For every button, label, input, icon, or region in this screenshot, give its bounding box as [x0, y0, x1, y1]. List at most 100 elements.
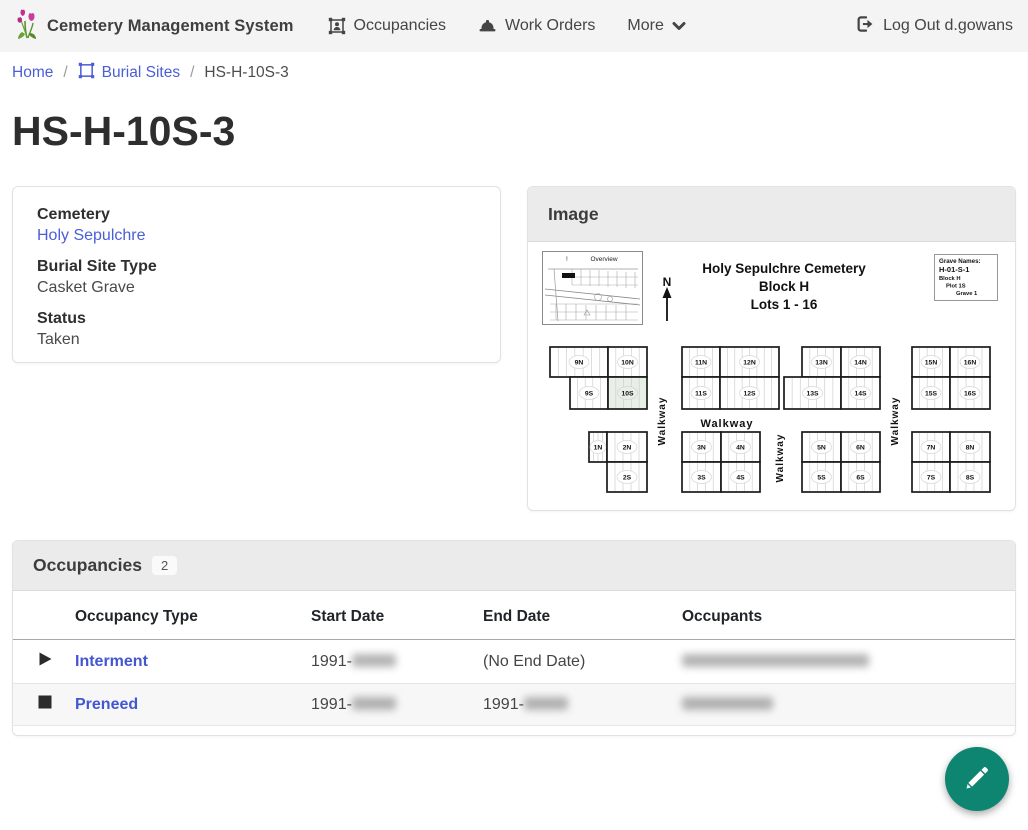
plot-cell-11n[interactable]: 11N: [682, 347, 720, 377]
plot-cell-12s[interactable]: 12S: [720, 377, 779, 409]
svg-text:7N: 7N: [927, 444, 936, 451]
nav-item-more[interactable]: More: [627, 17, 685, 35]
plot-cell-10s[interactable]: 10S: [608, 377, 647, 409]
breadcrumb-burial-sites-link[interactable]: Burial Sites: [78, 62, 180, 84]
grave-names-legend: Grave Names: H-01-S-1 Block H Plot 1S Gr…: [935, 255, 998, 301]
svg-text:14S: 14S: [854, 390, 867, 397]
plot-cell-13n[interactable]: 13N: [802, 347, 841, 377]
logout-icon: [856, 15, 874, 38]
plot-cell-14s[interactable]: 14S: [841, 377, 880, 409]
image-card-body: Overview !: [528, 242, 1015, 513]
cemetery-plot-map[interactable]: Overview !: [542, 249, 1002, 501]
plot-cell-4s[interactable]: 4S: [721, 462, 760, 492]
redacted-text: [682, 654, 869, 667]
occupancy-row: Interment1991-(No End Date): [13, 640, 1015, 684]
redacted-text: [352, 654, 396, 667]
plot-cell-2n[interactable]: 2N: [607, 432, 647, 462]
burial-site-type-value: Casket Grave: [37, 279, 476, 297]
nav-item-occupancies[interactable]: Occupancies: [328, 17, 447, 35]
svg-text:6N: 6N: [856, 444, 865, 451]
plot-cell-16s[interactable]: 16S: [950, 377, 990, 409]
occupancy-type-link[interactable]: Interment: [75, 653, 148, 670]
svg-text:10S: 10S: [621, 390, 634, 397]
column-header: [13, 591, 75, 640]
plot-cell-12n[interactable]: 12N: [720, 347, 779, 377]
occupancies-icon: [328, 17, 346, 35]
page-title: HS-H-10S-3: [12, 108, 235, 155]
column-header: Occupancy Type: [75, 591, 311, 640]
logout-label: Log Out d.gowans: [883, 17, 1013, 35]
plot-cell-15n[interactable]: 15N: [912, 347, 950, 377]
map-title: Holy Sepulchre Cemetery Block H Lots 1 -…: [702, 261, 866, 312]
app-root: Cemetery Management System Occupancies: [0, 0, 1028, 830]
logout-button[interactable]: Log Out d.gowans: [856, 15, 1013, 38]
occupancies-table: Occupancy TypeStart DateEnd DateOccupant…: [13, 591, 1015, 726]
plot-cell-11s[interactable]: 11S: [682, 377, 720, 409]
plot-cell-2s[interactable]: 2S: [607, 462, 647, 492]
svg-text:14N: 14N: [854, 359, 867, 366]
svg-text:10N: 10N: [621, 359, 634, 366]
svg-text:15S: 15S: [925, 390, 938, 397]
svg-text:6S: 6S: [856, 474, 865, 481]
svg-text:Lots 1 - 16: Lots 1 - 16: [751, 297, 818, 312]
plot-cell-1n[interactable]: 1N: [589, 432, 607, 462]
svg-text:5S: 5S: [817, 474, 826, 481]
svg-text:N: N: [663, 275, 672, 289]
plot-cell-4n[interactable]: 4N: [721, 432, 760, 462]
breadcrumb-home-link[interactable]: Home: [12, 64, 53, 82]
svg-text:12N: 12N: [743, 359, 756, 366]
plot-cell-3n[interactable]: 3N: [682, 432, 721, 462]
plot-cell-6n[interactable]: 6N: [841, 432, 880, 462]
tulip-logo-icon: [15, 8, 39, 45]
svg-text:11S: 11S: [695, 390, 707, 397]
brand[interactable]: Cemetery Management System: [15, 8, 294, 45]
image-card-title: Image: [548, 204, 599, 225]
nav-items: Occupancies Work Orders More: [328, 17, 686, 35]
plot-cell-3s[interactable]: 3S: [682, 462, 721, 492]
plot-cell-15s[interactable]: 15S: [912, 377, 950, 409]
breadcrumb-burial-sites-label: Burial Sites: [102, 64, 180, 82]
end-date-cell: 1991-: [483, 684, 682, 726]
nav-item-label: More: [627, 17, 663, 35]
edit-button[interactable]: [945, 747, 1009, 811]
occupancy-type-link[interactable]: Preneed: [75, 696, 138, 713]
start-date-cell: 1991-: [311, 640, 483, 684]
plot-cell-10n[interactable]: 10N: [608, 347, 647, 377]
svg-text:8N: 8N: [966, 444, 975, 451]
svg-text:16N: 16N: [964, 359, 977, 366]
plot-cell-7s[interactable]: 7S: [912, 462, 950, 492]
cemetery-link[interactable]: Holy Sepulchre: [37, 227, 146, 244]
nav-item-label: Work Orders: [505, 17, 595, 35]
pencil-icon: [963, 764, 991, 795]
svg-text:3S: 3S: [697, 474, 706, 481]
plot-cell-7n[interactable]: 7N: [912, 432, 950, 462]
plot-cell-9s[interactable]: 9S: [570, 377, 608, 409]
play-icon: [13, 640, 75, 684]
plot-cell-9n[interactable]: 9N: [550, 347, 608, 377]
occupancy-row: Preneed1991-1991-: [13, 684, 1015, 726]
plot-cell-6s[interactable]: 6S: [841, 462, 880, 492]
svg-text:12S: 12S: [743, 390, 756, 397]
nav-item-work-orders[interactable]: Work Orders: [478, 17, 595, 35]
svg-text:16S: 16S: [964, 390, 977, 397]
plot-cell-14n[interactable]: 14N: [841, 347, 880, 377]
plot-cell-16n[interactable]: 16N: [950, 347, 990, 377]
breadcrumb-separator: /: [190, 64, 194, 82]
plot-cell-8n[interactable]: 8N: [950, 432, 990, 462]
svg-text:2N: 2N: [623, 444, 632, 451]
plot-cell-5n[interactable]: 5N: [802, 432, 841, 462]
svg-text:9N: 9N: [575, 359, 584, 366]
svg-text:Walkway: Walkway: [775, 434, 786, 483]
occupancies-title: Occupancies: [33, 555, 142, 576]
plot-cell-8s[interactable]: 8S: [950, 462, 990, 492]
plot-cell-5s[interactable]: 5S: [802, 462, 841, 492]
breadcrumb-current: HS-H-10S-3: [204, 64, 288, 82]
plot-cell-13s[interactable]: 13S: [784, 377, 841, 409]
svg-text:9S: 9S: [585, 390, 594, 397]
redacted-text: [352, 697, 396, 710]
svg-text:H-01-S-1: H-01-S-1: [939, 265, 969, 274]
svg-text:!: !: [566, 256, 568, 263]
north-arrow-icon: N: [663, 275, 672, 321]
chevron-down-icon: [672, 21, 686, 31]
table-header-row: Occupancy TypeStart DateEnd DateOccupant…: [13, 591, 1015, 640]
